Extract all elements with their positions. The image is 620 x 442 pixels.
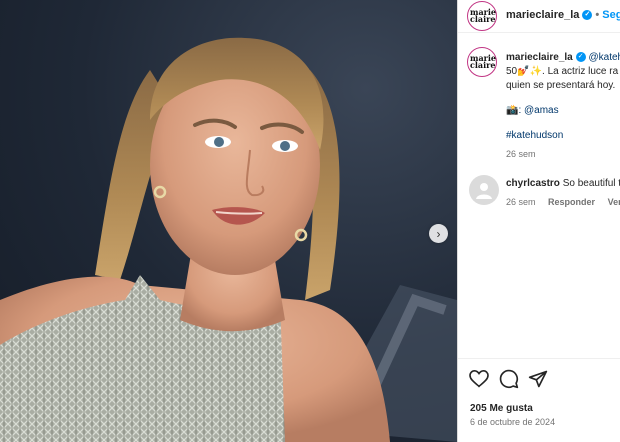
next-image-button[interactable]: › [429,224,448,243]
separator-dot: • [595,9,600,21]
caption-avatar[interactable]: marie claire [467,47,497,77]
comment-meta: 26 sem Responder Ver tra [506,197,620,207]
caption-username[interactable]: marieclaire_la [506,52,573,63]
likes-count[interactable]: 205 Me gusta [470,403,533,414]
post-actions: 205 Me gusta 6 de octubre de 2024 [458,358,620,442]
account-avatar[interactable]: marie claire [467,1,497,31]
caption-timestamp[interactable]: 26 sem [506,149,536,159]
comment-text: So beautiful t [562,178,620,189]
verified-badge-icon: ✓ [582,10,593,21]
caption-line-3: quien se presentará hoy. [506,80,616,91]
follow-button[interactable]: Seguir [602,9,620,21]
post-side-panel: marie claire marieclaire_la✓•Seguir mari… [457,0,620,442]
portrait-illustration [0,37,457,442]
post-image[interactable] [0,0,457,442]
post-date: 6 de octubre de 2024 [470,417,556,427]
like-heart-icon[interactable] [469,370,489,388]
default-user-icon [476,183,492,199]
caption-verified-icon: ✓ [575,52,586,63]
reply-button[interactable]: Responder [548,197,595,207]
comment-bubble-icon[interactable] [499,369,519,389]
caption-line-1: marieclaire_la✓ @katehu [506,52,620,63]
commenter-avatar[interactable] [469,175,499,205]
post-header: marie claire marieclaire_la✓•Seguir [458,0,620,33]
caption-hashtag[interactable]: #katehudson [506,130,563,141]
avatar-logo-text: marie claire [470,7,496,24]
comment-timestamp[interactable]: 26 sem [506,197,536,207]
comment-username[interactable]: chyrlcastro [506,178,560,189]
account-username[interactable]: marieclaire_la [506,9,579,21]
caption-mention[interactable]: @katehu [589,52,620,63]
share-send-icon[interactable] [528,369,548,389]
view-translation-button[interactable]: Ver tra [608,197,620,207]
comment-line: chyrlcastro So beautiful t [506,178,620,189]
caption-line-2: 50💅✨. La actriz luce ra [506,66,619,77]
account-name-row: marieclaire_la✓•Seguir [506,9,620,21]
caption-credit[interactable]: 📸: @amas [506,105,559,116]
caption-avatar-logo-text: marie claire [470,53,496,70]
